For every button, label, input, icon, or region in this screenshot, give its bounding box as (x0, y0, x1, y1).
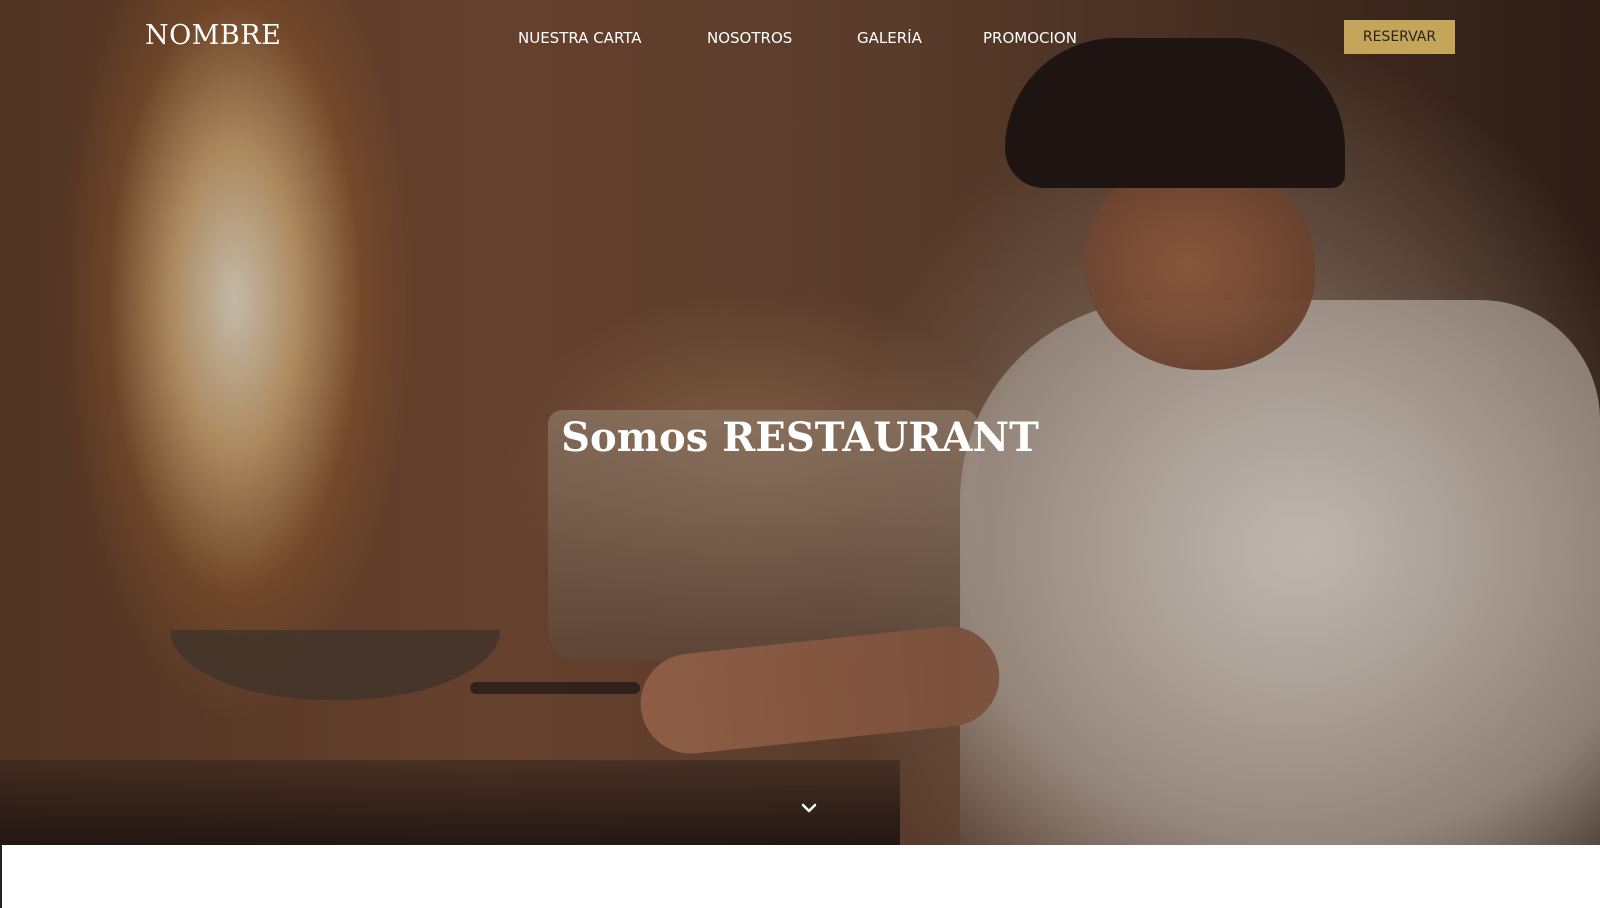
nav-link-galeria[interactable]: GALERÍA (857, 29, 922, 47)
chevron-down-icon (801, 803, 817, 813)
content-section-start (0, 845, 1600, 908)
nav-link-nuestra-carta[interactable]: NUESTRA CARTA (518, 29, 642, 47)
brand-logo[interactable]: NOMBRE (145, 20, 281, 51)
top-navbar: NOMBRE NUESTRA CARTA NOSOTROS GALERÍA PR… (0, 0, 1600, 80)
hero-title: Somos RESTAURANT (561, 413, 1039, 461)
hero-section: NOMBRE NUESTRA CARTA NOSOTROS GALERÍA PR… (0, 0, 1600, 845)
reservar-button[interactable]: RESERVAR (1344, 20, 1455, 54)
nav-link-nosotros[interactable]: NOSOTROS (707, 29, 792, 47)
scroll-down-button[interactable] (797, 797, 821, 819)
nav-link-promocion[interactable]: PROMOCION (983, 29, 1077, 47)
